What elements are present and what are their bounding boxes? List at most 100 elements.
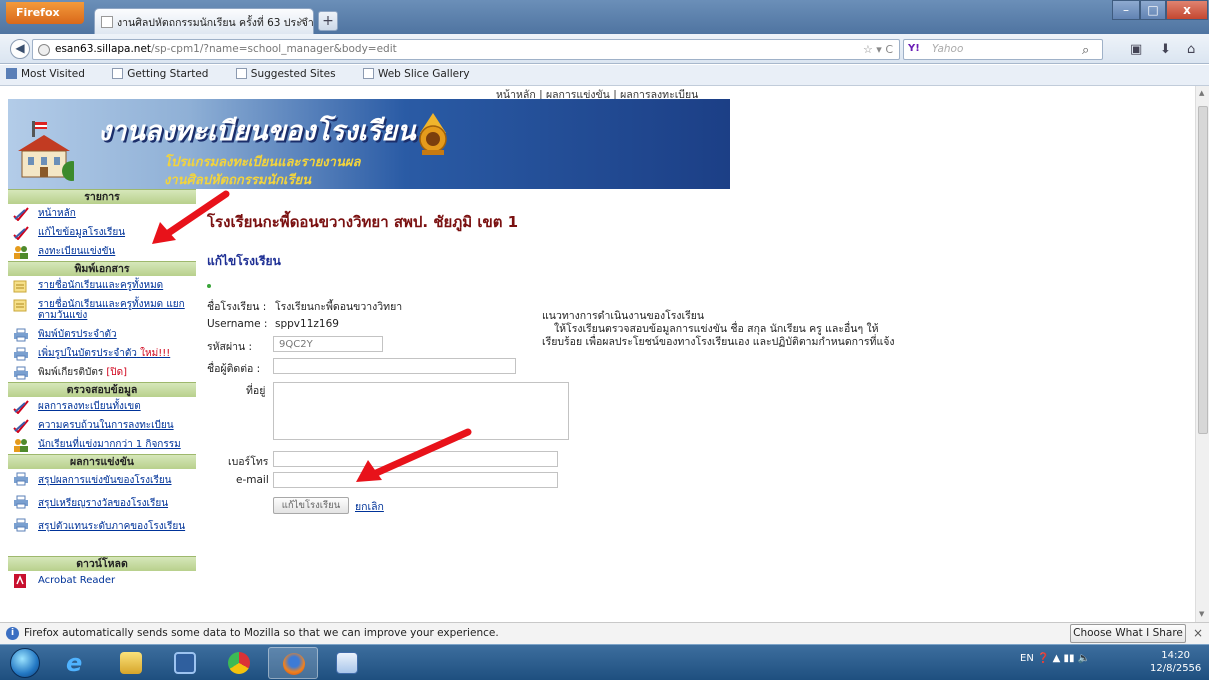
scroll-down-arrow-icon[interactable]: ▼ — [1199, 610, 1204, 618]
site-identity-icon[interactable] — [38, 44, 50, 56]
page-title: แก้ไขโรงเรียน — [207, 254, 281, 268]
sidebar-item-list-by-day[interactable]: รายชื่อนักเรียนและครูทั้งหมด แยกตามวันแข… — [8, 295, 196, 325]
tray-expand-icon[interactable]: ▲ — [1053, 653, 1061, 664]
bookmark-page-icon — [362, 68, 374, 79]
new-tab-button[interactable]: + — [318, 11, 338, 31]
document-pencil-icon — [13, 280, 27, 293]
sidebar-item-label: นักเรียนที่แข่งมากกว่า 1 กิจกรรม — [38, 439, 181, 450]
info-icon: i — [6, 627, 19, 640]
red-arrow-annotation — [152, 190, 230, 244]
browser-tab[interactable]: งานศิลปหัตถกรรมนักเรียน ครั้งที่ 63 ประจ… — [94, 8, 314, 34]
window-maximize-button[interactable]: □ — [1140, 0, 1166, 20]
tab-close-icon[interactable]: × — [295, 14, 309, 28]
phone-label: เบอร์โทร — [228, 456, 269, 468]
bookmarks-toolbar: Most Visited Getting Started Suggested S… — [0, 65, 1209, 86]
navigation-toolbar: ◀ esan63.sillapa.net/sp-cpm1/?name=schoo… — [0, 34, 1209, 64]
windows-taskbar: e EN ❓ ▲ ▮▮ 🔈 14:20 12/8/2556 — [0, 644, 1209, 680]
search-engine-icon[interactable]: Y! — [908, 43, 920, 54]
bookmark-getting-started[interactable]: Getting Started — [112, 68, 220, 80]
contact-name-field[interactable] — [273, 358, 516, 374]
word-icon — [336, 652, 358, 674]
search-input[interactable]: Y! Yahoo — [903, 39, 1103, 60]
sidebar-item-multi-activity[interactable]: นักเรียนที่แข่งมากกว่า 1 กิจกรรม — [8, 435, 196, 454]
volume-icon[interactable]: 🔈 — [1078, 653, 1090, 664]
sidebar-heading-download: ดาวน์โหลด — [8, 556, 196, 571]
cancel-link[interactable]: ยกเลิก — [355, 498, 384, 515]
emblem-icon — [419, 113, 447, 155]
firefox-menu-button[interactable]: Firefox — [6, 2, 84, 24]
help-icon[interactable]: ❓ — [1037, 653, 1053, 664]
sidebar-item-add-photo[interactable]: เพิ่มรูปในบัตรประจำตัว ใหม่!!! — [8, 344, 196, 363]
bookmarks-menu-icon[interactable]: ▣ — [1130, 42, 1142, 57]
bookmark-web-slice-gallery[interactable]: Web Slice Gallery — [362, 68, 482, 80]
school-name-value: โรงเรียนกะพี้ดอนขวางวิทยา — [275, 301, 403, 313]
status-dot-icon — [207, 284, 211, 288]
printer-icon — [14, 472, 28, 486]
sidebar-item-label: สรุปตัวแทนระดับภาคของโรงเรียน — [38, 521, 186, 532]
edit-school-submit-button[interactable]: แก้ไขโรงเรียน — [273, 497, 349, 514]
document-pencil-icon — [13, 299, 27, 312]
taskbar-firefox[interactable] — [268, 647, 318, 679]
url-bar-tools[interactable]: ☆ ▾ C — [863, 43, 893, 56]
sidebar-item-label: ลงทะเบียนแข่งขัน — [38, 246, 116, 257]
choose-what-i-share-button[interactable]: Choose What I Share — [1070, 624, 1186, 643]
sidebar-item-label: สรุปผลการแข่งขันของโรงเรียน — [38, 475, 172, 486]
red-arrow-annotation — [356, 428, 472, 482]
scrollbar-thumb[interactable] — [1198, 106, 1208, 434]
downloads-icon[interactable]: ⬇ — [1160, 42, 1171, 57]
url-bar[interactable]: esan63.sillapa.net/sp-cpm1/?name=school_… — [32, 39, 900, 60]
password-field[interactable] — [273, 336, 383, 352]
sidebar-item-acrobat-reader[interactable]: Acrobat Reader — [8, 571, 196, 590]
sidebar-item-summary-medals[interactable]: สรุปเหรียญรางวัลของโรงเรียน — [8, 492, 196, 515]
url-host: esan63.sillapa.net — [55, 43, 152, 55]
window-titlebar: Firefox งานศิลปหัตถกรรมนักเรียน ครั้งที่… — [0, 0, 1209, 34]
taskbar-internet-explorer[interactable]: e — [52, 647, 102, 679]
window-minimize-button[interactable]: – — [1112, 0, 1140, 20]
home-icon[interactable]: ⌂ — [1187, 42, 1195, 57]
bookmark-suggested-sites[interactable]: Suggested Sites — [235, 68, 348, 80]
taskbar-file-explorer[interactable] — [106, 647, 156, 679]
address-label: ที่อยู่ — [246, 385, 266, 397]
back-arrow-icon[interactable]: ◀ — [10, 39, 30, 59]
system-tray: EN ❓ ▲ ▮▮ 🔈 — [1020, 653, 1090, 664]
sidebar-item-list-all[interactable]: รายชื่อนักเรียนและครูทั้งหมด — [8, 276, 196, 295]
sidebar-heading-print: พิมพ์เอกสาร — [8, 261, 196, 276]
taskbar-media-player[interactable] — [160, 647, 210, 679]
start-button[interactable] — [10, 648, 40, 678]
pencil-check-icon — [13, 419, 29, 433]
search-magnifier-icon[interactable]: ⌕ — [1082, 43, 1089, 58]
sidebar-item-summary-results[interactable]: สรุปผลการแข่งขันของโรงเรียน — [8, 469, 196, 492]
pencil-check-icon — [13, 400, 29, 414]
sidebar-item-district-results[interactable]: ผลการลงทะเบียนทั้งเขต — [8, 397, 196, 416]
clock[interactable]: 14:20 12/8/2556 — [1150, 649, 1201, 675]
sidebar-item-print-certificate: พิมพ์เกียรติบัตร [ปิด] — [8, 363, 196, 382]
printer-icon — [14, 328, 28, 342]
sidebar-item-completeness[interactable]: ความครบถ้วนในการลงทะเบียน — [8, 416, 196, 435]
folder-icon — [120, 652, 142, 674]
sidebar-heading-verify: ตรวจสอบข้อมูล — [8, 382, 196, 397]
scroll-up-arrow-icon[interactable]: ▲ — [1199, 89, 1204, 97]
language-indicator[interactable]: EN — [1020, 653, 1034, 664]
sidebar-item-label: รายชื่อนักเรียนและครูทั้งหมด — [38, 280, 164, 291]
contact-name-label: ชื่อผู้ติดต่อ : — [207, 363, 261, 375]
taskbar-word[interactable] — [322, 647, 372, 679]
email-label: e-mail — [236, 474, 269, 486]
password-label: รหัสผ่าน : — [207, 341, 253, 353]
network-icon[interactable]: ▮▮ — [1064, 653, 1078, 664]
guidance-body: ให้โรงเรียนตรวจสอบข้อมูลการแข่งขัน ชื่อ … — [542, 323, 895, 348]
sidebar-item-summary-representatives[interactable]: สรุปตัวแทนระดับภาคของโรงเรียน — [8, 515, 196, 538]
printer-icon — [14, 495, 28, 509]
sidebar-item-print-id-card[interactable]: พิมพ์บัตรประจำตัว — [8, 325, 196, 344]
vertical-scrollbar[interactable]: ▲ ▼ — [1195, 86, 1209, 622]
bookmark-most-visited[interactable]: Most Visited — [6, 68, 97, 80]
notification-text: Firefox automatically sends some data to… — [24, 627, 499, 639]
window-close-button[interactable]: x — [1166, 0, 1208, 20]
printer-icon — [14, 518, 28, 532]
new-badge: ใหม่!!! — [140, 348, 171, 359]
username-value: sppv11z169 — [275, 318, 339, 330]
clock-date: 12/8/2556 — [1150, 663, 1202, 674]
taskbar-chrome[interactable] — [214, 647, 264, 679]
printer-icon — [14, 347, 28, 361]
acrobat-icon — [14, 574, 26, 588]
notification-close-icon[interactable]: × — [1193, 626, 1203, 640]
